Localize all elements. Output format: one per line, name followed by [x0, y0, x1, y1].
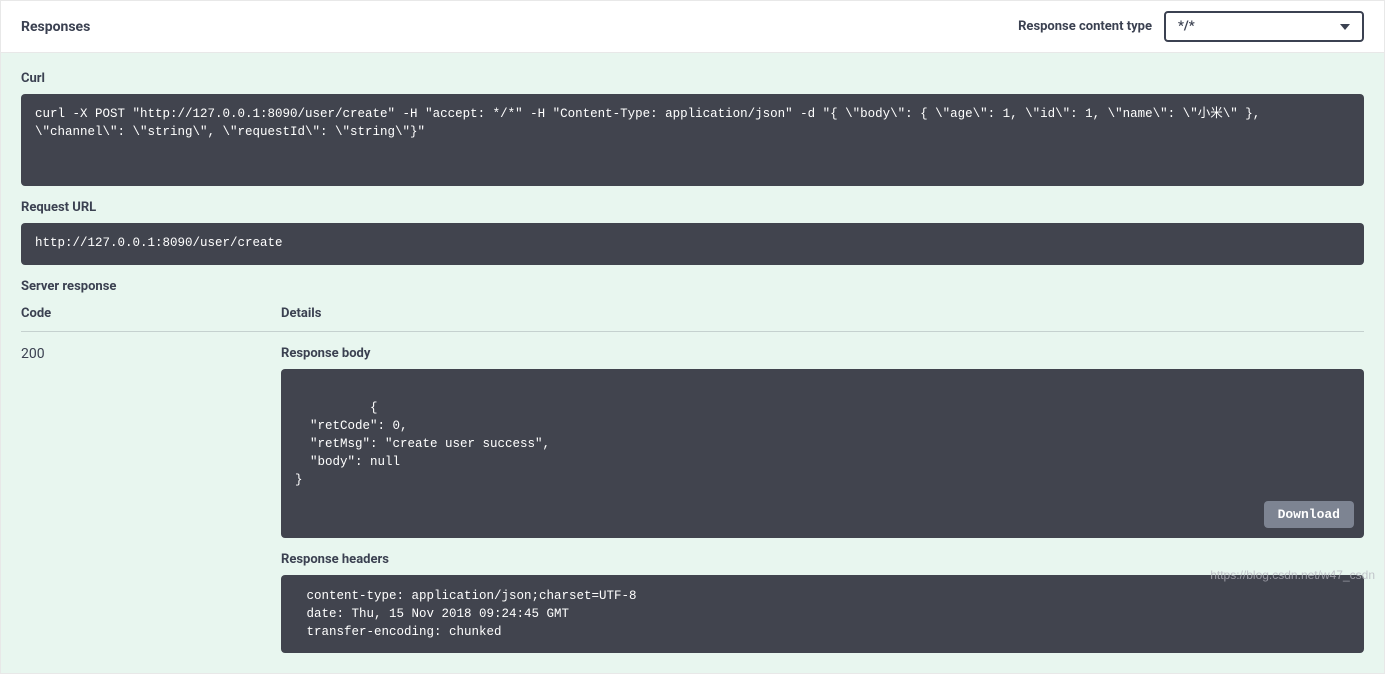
status-code: 200: [21, 346, 281, 362]
curl-block[interactable]: curl -X POST "http://127.0.0.1:8090/user…: [21, 94, 1364, 186]
responses-title: Responses: [21, 19, 90, 35]
response-table-row: 200 Response body { "retCode": 0, "retMs…: [21, 346, 1364, 653]
download-button[interactable]: Download: [1264, 501, 1354, 528]
content-type-value: */*: [1178, 19, 1195, 34]
responses-panel: Responses Response content type */* Curl…: [0, 0, 1385, 674]
server-response-label: Server response: [21, 279, 1364, 294]
content-type-group: Response content type */*: [1018, 11, 1364, 42]
content-type-label: Response content type: [1018, 19, 1152, 34]
column-details-header: Details: [281, 306, 1364, 321]
chevron-down-icon: [1340, 24, 1350, 30]
response-headers-block[interactable]: content-type: application/json;charset=U…: [281, 575, 1364, 653]
request-url-label: Request URL: [21, 200, 1364, 215]
response-body-content: { "retCode": 0, "retMsg": "create user s…: [295, 401, 550, 488]
content-type-select[interactable]: */*: [1164, 11, 1364, 42]
response-table-header: Code Details: [21, 306, 1364, 332]
request-url-block[interactable]: http://127.0.0.1:8090/user/create: [21, 223, 1364, 265]
curl-label: Curl: [21, 71, 1364, 86]
responses-header: Responses Response content type */*: [1, 1, 1384, 53]
response-body-block[interactable]: { "retCode": 0, "retMsg": "create user s…: [281, 369, 1364, 538]
details-column: Response body { "retCode": 0, "retMsg": …: [281, 346, 1364, 653]
response-section: Curl curl -X POST "http://127.0.0.1:8090…: [1, 53, 1384, 673]
response-headers-label: Response headers: [281, 552, 1364, 567]
response-body-label: Response body: [281, 346, 1364, 361]
column-code-header: Code: [21, 306, 281, 321]
